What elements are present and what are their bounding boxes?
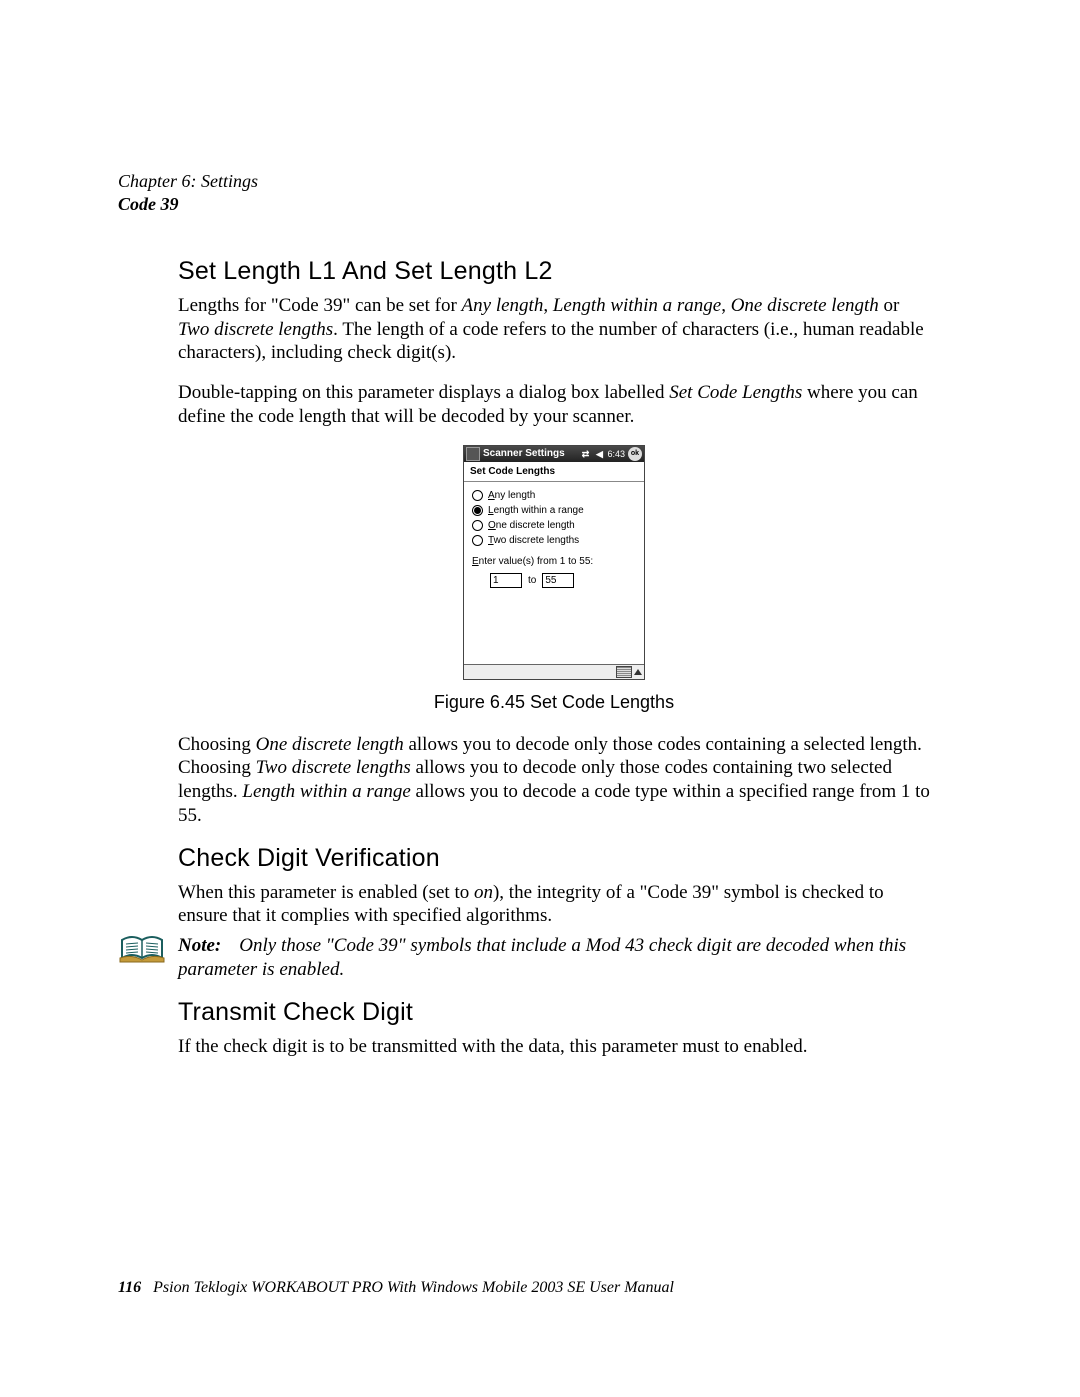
up-arrow-icon[interactable] (634, 669, 642, 675)
radio-icon (472, 505, 483, 516)
ok-button[interactable]: ok (628, 447, 642, 461)
value-separator: to (528, 575, 536, 586)
clock-text: 6:43 (607, 448, 625, 460)
value-to-input[interactable]: 55 (542, 573, 574, 588)
radio-icon (472, 490, 483, 501)
radio-one-discrete-length[interactable]: One discrete length (472, 520, 636, 531)
dialog-titlebar: Scanner Settings ⇄ ◀ 6:43 ok (464, 446, 644, 462)
figure-caption: Figure 6.45 Set Code Lengths (178, 692, 930, 713)
radio-length-within-range[interactable]: Length within a range (472, 505, 636, 516)
running-header-chapter: Chapter 6: Settings (118, 170, 930, 193)
para-set-length-2: Double-tapping on this parameter display… (178, 381, 930, 429)
keyboard-icon[interactable] (616, 666, 632, 678)
para-transmit-check: If the check digit is to be transmitted … (178, 1035, 930, 1059)
dialog-subtitle: Set Code Lengths (464, 462, 644, 482)
radio-label: Length within a range (488, 505, 584, 516)
heading-set-length: Set Length L1 And Set Length L2 (178, 257, 930, 286)
heading-check-digit-verification: Check Digit Verification (178, 844, 930, 873)
note-text: Note:Only those "Code 39" symbols that i… (178, 934, 930, 982)
radio-label: Any length (488, 490, 535, 501)
heading-transmit-check-digit: Transmit Check Digit (178, 998, 930, 1027)
running-header-section: Code 39 (118, 193, 930, 216)
radio-icon (472, 520, 483, 531)
para-set-length-3: Choosing One discrete length allows you … (178, 733, 930, 828)
value-from-input[interactable]: 1 (490, 573, 522, 588)
note-book-icon (118, 934, 166, 966)
dialog-title: Scanner Settings (483, 446, 565, 462)
connectivity-icon[interactable]: ⇄ (579, 448, 591, 460)
para-set-length-1: Lengths for "Code 39" can be set for Any… (178, 294, 930, 365)
dialog-bottombar (464, 664, 644, 679)
radio-two-discrete-lengths[interactable]: Two discrete lengths (472, 535, 636, 546)
speaker-icon[interactable]: ◀ (593, 448, 605, 460)
radio-any-length[interactable]: Any length (472, 490, 636, 501)
radio-label: One discrete length (488, 520, 575, 531)
start-icon[interactable] (466, 447, 480, 461)
page-footer: 116 Psion Teklogix WORKABOUT PRO With Wi… (118, 1279, 674, 1297)
para-check-digit: When this parameter is enabled (set to o… (178, 881, 930, 929)
radio-label: Two discrete lengths (488, 535, 579, 546)
value-prompt: Enter value(s) from 1 to 55: (472, 556, 636, 567)
book-title-line: Psion Teklogix WORKABOUT PRO With Window… (153, 1279, 674, 1296)
radio-icon (472, 535, 483, 546)
page-number: 116 (118, 1279, 141, 1296)
dialog-set-code-lengths: Scanner Settings ⇄ ◀ 6:43 ok Set Code Le… (463, 445, 645, 680)
